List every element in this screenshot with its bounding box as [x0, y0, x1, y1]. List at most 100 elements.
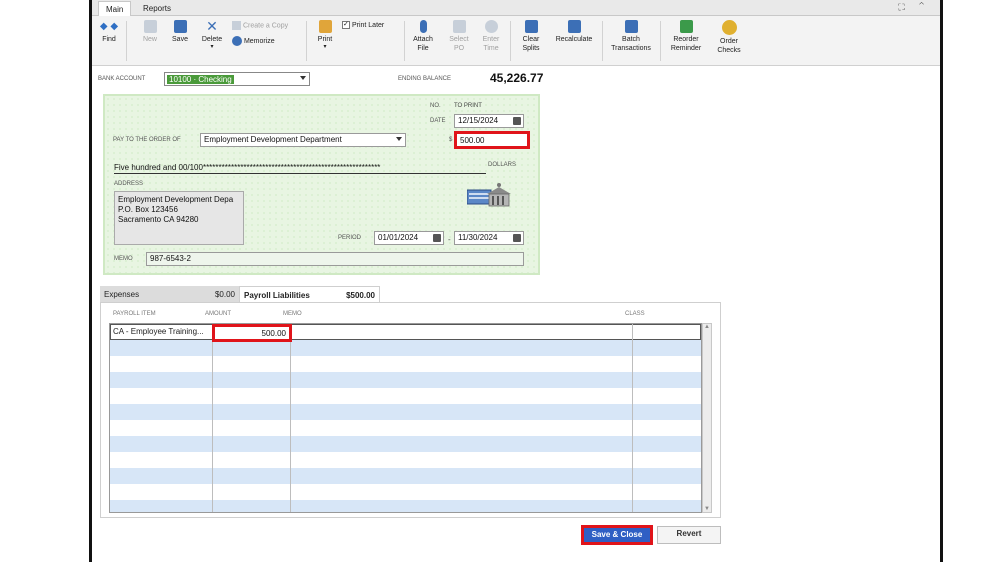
purchase-order-icon	[452, 20, 466, 33]
tab-main[interactable]: Main	[98, 1, 132, 16]
vertical-scrollbar[interactable]: ▲ ▼	[702, 323, 712, 513]
clear-splits-label: Clear Splits	[522, 36, 540, 52]
clear-splits-button[interactable]: Clear Splits	[518, 20, 544, 53]
payroll-item-cell[interactable]: CA - Employee Training...	[113, 327, 204, 336]
table-row[interactable]: CA - Employee Training...	[110, 324, 701, 340]
scroll-up-icon[interactable]: ▲	[703, 324, 711, 330]
toolbar: ◆ ◆ Find New Save ✕ Delete ▾ Create a Co…	[92, 16, 940, 66]
print-label: Print	[317, 36, 333, 43]
memorize-icon	[232, 36, 242, 46]
delete-button[interactable]: ✕ Delete ▾	[200, 19, 224, 50]
calendar-icon[interactable]	[513, 117, 521, 125]
address-box[interactable]: Employment Development Depa P.O. Box 123…	[114, 191, 244, 245]
check-no-label: NO.	[430, 103, 441, 109]
amount-field[interactable]: 500.00	[454, 131, 530, 149]
table-row[interactable]	[110, 468, 701, 484]
create-copy-button[interactable]: Create a Copy	[232, 21, 302, 30]
print-later-checkbox[interactable]: ✓ Print Later	[342, 21, 402, 30]
attach-file-button[interactable]: Attach File	[410, 20, 436, 53]
arrows-icon: ◆ ◆	[99, 21, 119, 32]
expenses-tab-label: Expenses	[104, 290, 140, 299]
new-button[interactable]: New	[140, 20, 160, 44]
period-to-field[interactable]: 11/30/2024	[454, 231, 524, 245]
table-row[interactable]	[110, 356, 701, 372]
toolbar-separator	[510, 21, 511, 61]
window-controls[interactable]: ⛶ ⌃	[898, 2, 930, 13]
create-copy-label: Create a Copy	[242, 22, 289, 30]
period-to-value: 11/30/2024	[458, 233, 498, 242]
table-row[interactable]	[110, 484, 701, 500]
ending-balance-label: ENDING BALANCE	[398, 76, 452, 82]
memo-label: MEMO	[114, 256, 133, 262]
paperclip-icon	[419, 20, 427, 33]
address-label: ADDRESS	[114, 181, 144, 187]
save-close-button[interactable]: Save & Close	[581, 525, 653, 545]
tab-expenses[interactable]: Expenses $0.00	[100, 286, 239, 302]
date-label: DATE	[430, 118, 446, 124]
floppy-disk-icon	[173, 20, 187, 33]
table-row[interactable]	[110, 436, 701, 452]
amount-cell[interactable]: 500.00	[212, 324, 292, 342]
expenses-total: $0.00	[214, 290, 235, 299]
period-dash: -	[448, 235, 451, 244]
revert-button[interactable]: Revert	[657, 526, 721, 544]
toolbar-separator	[602, 21, 603, 61]
table-row[interactable]	[110, 452, 701, 468]
payroll-liabilities-grid: PAYROLL ITEM AMOUNT MEMO CLASS CA - Empl…	[100, 302, 721, 518]
memo-field[interactable]: 987-6543-2	[146, 252, 524, 266]
column-header-payroll-item[interactable]: PAYROLL ITEM	[113, 311, 156, 317]
enter-time-label: Enter Time	[482, 36, 500, 52]
memorize-label: Memorize	[243, 37, 275, 45]
tab-payroll-liabilities[interactable]: Payroll Liabilities $500.00	[239, 286, 380, 302]
recalculate-button[interactable]: Recalculate	[550, 20, 598, 44]
period-label: PERIOD	[338, 235, 362, 241]
find-button[interactable]: ◆ ◆ Find	[98, 20, 120, 44]
scroll-down-icon[interactable]: ▼	[703, 506, 711, 512]
table-row[interactable]	[110, 420, 701, 436]
reorder-icon	[679, 20, 693, 33]
print-button[interactable]: Print ▾	[314, 20, 336, 50]
bank-building-icon	[467, 183, 511, 207]
column-header-amount[interactable]: AMOUNT	[205, 311, 231, 317]
bank-account-select[interactable]: 10100 · Checking	[164, 72, 310, 86]
date-field[interactable]: 12/15/2024	[454, 114, 524, 128]
column-header-memo[interactable]: MEMO	[283, 311, 302, 317]
calendar-icon[interactable]	[513, 234, 521, 242]
batch-transactions-button[interactable]: Batch Transactions	[606, 20, 656, 53]
table-row[interactable]	[110, 500, 701, 512]
chevron-down-icon	[300, 76, 306, 80]
table-row[interactable]	[110, 388, 701, 404]
calendar-icon[interactable]	[433, 234, 441, 242]
pay-to-label: PAY TO THE ORDER OF	[113, 137, 181, 143]
table-row[interactable]	[110, 372, 701, 388]
printer-icon	[318, 20, 332, 33]
toolbar-separator	[126, 21, 127, 61]
check-no-value[interactable]: TO PRINT	[454, 103, 482, 109]
tab-reports[interactable]: Reports	[136, 1, 178, 16]
column-header-class[interactable]: CLASS	[625, 311, 645, 317]
order-checks-label: Order Checks	[717, 38, 741, 54]
order-checks-button[interactable]: Order Checks	[712, 20, 746, 55]
amount-in-words: Five hundred and 00/100*****************…	[114, 162, 486, 174]
select-po-button[interactable]: Select PO	[446, 20, 472, 53]
delete-label: Delete	[201, 36, 223, 43]
table-row[interactable]	[110, 404, 701, 420]
payroll-tab-label: Payroll Liabilities	[244, 291, 310, 300]
dollars-label: DOLLARS	[488, 162, 517, 168]
batch-icon	[624, 20, 638, 33]
batch-transactions-label: Batch Transactions	[611, 36, 651, 52]
chevron-down-icon	[396, 137, 402, 141]
memorize-button[interactable]: Memorize	[232, 36, 302, 46]
payee-select[interactable]: Employment Development Department	[200, 133, 406, 147]
table-row[interactable]	[110, 340, 701, 356]
period-from-field[interactable]: 01/01/2024	[374, 231, 444, 245]
order-checks-icon	[721, 20, 737, 35]
new-label: New	[142, 36, 157, 43]
save-button[interactable]: Save	[170, 20, 190, 44]
period-from-value: 01/01/2024	[378, 233, 419, 242]
reorder-reminder-button[interactable]: Reorder Reminder	[664, 20, 708, 53]
ending-balance-value: 45,226.77	[490, 71, 544, 85]
enter-time-button[interactable]: Enter Time	[478, 20, 504, 53]
calculator-icon	[567, 20, 581, 33]
toolbar-separator	[660, 21, 661, 61]
